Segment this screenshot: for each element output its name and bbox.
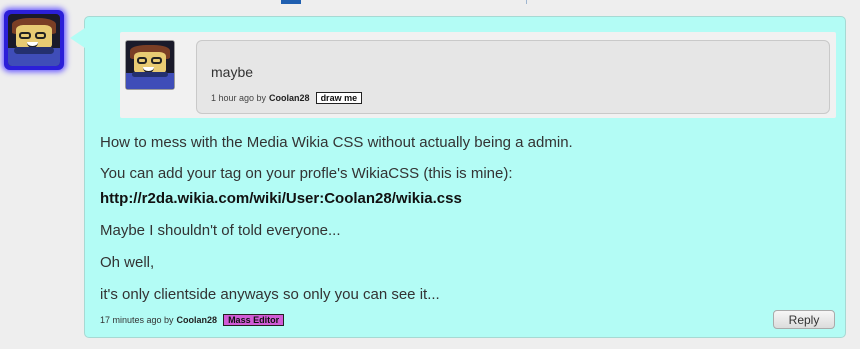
top-nav-divider [526,0,527,4]
comment-time: 17 minutes ago by [100,315,174,325]
comment-paragraph: How to mess with the Media Wikia CSS wit… [100,134,573,151]
quote-user-badge: draw me [315,92,363,104]
quote-author-avatar[interactable] [125,40,175,90]
bubble-pointer [70,28,85,48]
quote-meta: 1 hour ago by Coolan28 draw me [211,92,363,104]
comment-paragraph: Oh well, [100,254,155,271]
comment-paragraph: Maybe I shouldn't of told everyone... [100,222,341,239]
comment-paragraph: it's only clientside anyways so only you… [100,286,440,303]
user-role-badge: Mass Editor [223,314,285,326]
avatar-image [8,14,60,66]
comment-paragraph: You can add your tag on your profle's Wi… [100,165,513,182]
top-nav-marker [281,0,301,4]
quote-time: 1 hour ago by [211,93,267,103]
author-avatar[interactable] [4,10,64,70]
quote-text: maybe [211,64,254,80]
quote-author-link[interactable]: Coolan28 [269,93,310,103]
comment-css-link[interactable]: http://r2da.wikia.com/wiki/User:Coolan28… [100,190,462,207]
comment-meta: 17 minutes ago by Coolan28 Mass Editor [100,314,285,326]
reply-button[interactable]: Reply [773,310,835,329]
comment-author-link[interactable]: Coolan28 [177,315,218,325]
